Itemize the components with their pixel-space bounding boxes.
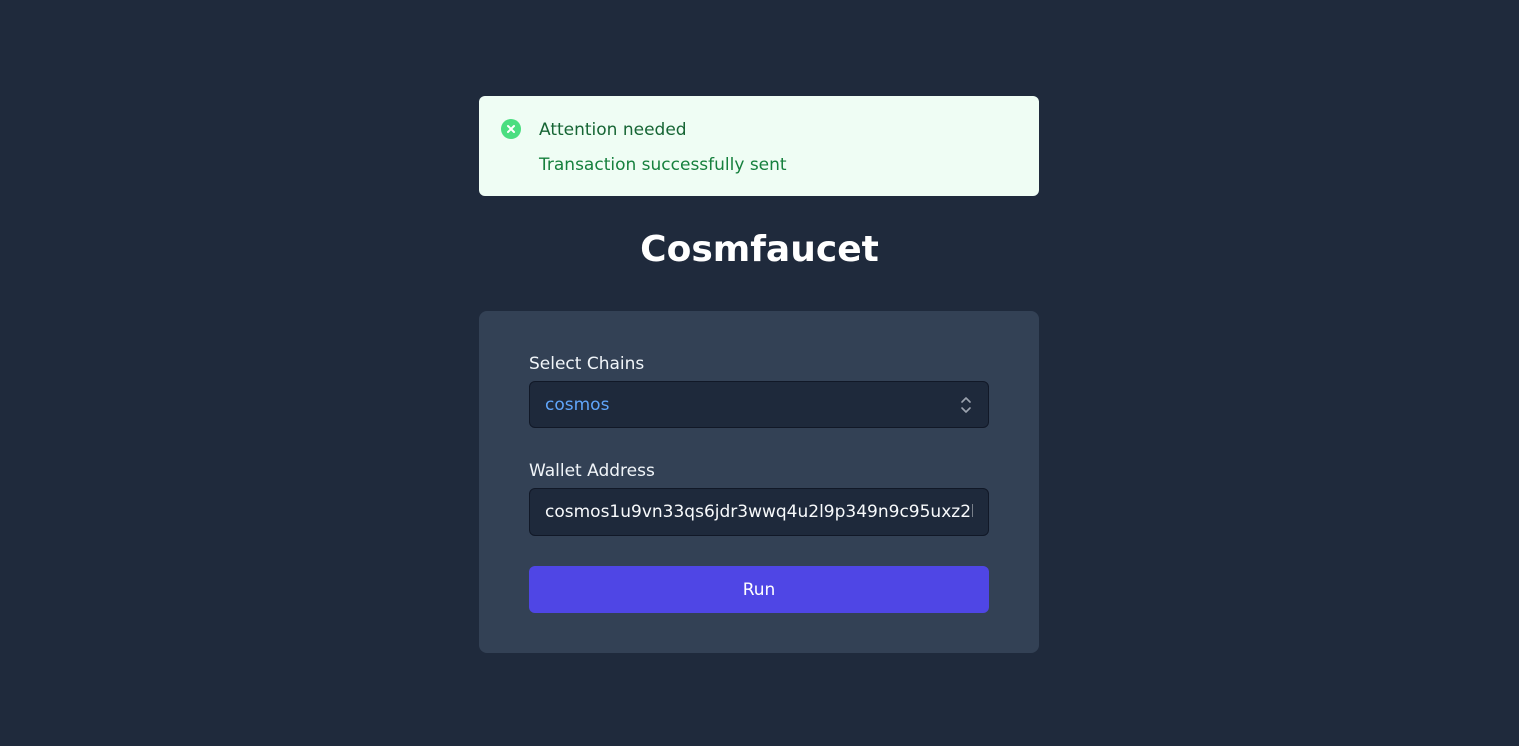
alert-title: Attention needed bbox=[539, 120, 687, 140]
chain-select[interactable]: cosmos bbox=[529, 381, 989, 428]
alert-banner: Attention needed Transaction successfull… bbox=[479, 96, 1039, 196]
page-title: Cosmfaucet bbox=[640, 229, 879, 270]
alert-message: Transaction successfully sent bbox=[539, 155, 787, 175]
run-button[interactable]: Run bbox=[529, 566, 989, 613]
wallet-address-label: Wallet Address bbox=[529, 461, 655, 481]
chevron-up-down-icon bbox=[958, 394, 974, 416]
select-chains-label: Select Chains bbox=[529, 354, 645, 374]
faucet-form-card: Select Chains cosmos Wallet Address Run bbox=[479, 311, 1039, 653]
x-circle-icon bbox=[501, 119, 521, 139]
chain-select-value: cosmos bbox=[545, 395, 610, 415]
wallet-address-input[interactable] bbox=[529, 488, 989, 536]
